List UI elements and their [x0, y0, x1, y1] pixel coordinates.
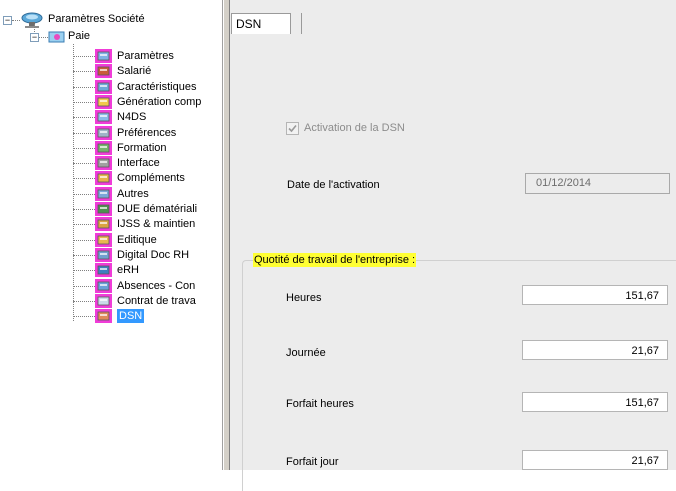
tree-connector: [39, 37, 48, 38]
day-field[interactable]: 21,67: [522, 340, 668, 360]
paie-collapse-toggle[interactable]: −: [30, 33, 39, 42]
hours-label: Heures: [286, 292, 322, 304]
settings-tree[interactable]: − Paramètres Société − Paie Paramètres Sa…: [0, 0, 223, 470]
tree-connector: [73, 255, 95, 256]
tree-item-erh[interactable]: eRH: [117, 263, 222, 277]
ijss-icon: [95, 217, 112, 231]
tree-item-param-tres[interactable]: Paramètres: [117, 49, 222, 63]
activation-dsn-label: Activation de la DSN: [304, 122, 405, 134]
tree-item-caract-ristiques[interactable]: Caractéristiques: [117, 80, 222, 94]
tree-connector: [73, 209, 95, 210]
activation-date-label: Date de l'activation: [287, 179, 380, 191]
day-label: Journée: [286, 347, 326, 359]
forfait-hours-field[interactable]: 151,67: [522, 392, 668, 412]
tree-connector: [73, 117, 95, 118]
tree-item-interface[interactable]: Interface: [117, 156, 222, 170]
tree-item-absences-con[interactable]: Absences - Con: [117, 279, 222, 293]
settings-detail-pane: DSN Activation de la DSN Date de l'activ…: [230, 0, 676, 491]
characteristics-icon: [95, 80, 112, 94]
tree-connector: [73, 56, 95, 57]
absences-icon: [95, 279, 112, 293]
forfait-day-field[interactable]: 21,67: [522, 450, 668, 470]
others-icon: [95, 187, 112, 201]
tree-item-g-n-ration-comp[interactable]: Génération comp: [117, 95, 222, 109]
tree-item-dsn[interactable]: DSN: [117, 309, 145, 323]
tree-connector: [73, 286, 95, 287]
tree-connector: [73, 133, 95, 134]
tree-item-salari[interactable]: Salarié: [117, 64, 222, 78]
erh-icon: [95, 263, 112, 277]
tab-strip: DSN: [230, 0, 676, 35]
tree-connector: [73, 194, 95, 195]
tree-connector: [73, 87, 95, 88]
tree-connector: [73, 316, 95, 317]
generation-icon: [95, 95, 112, 109]
tree-item-n4ds[interactable]: N4DS: [117, 110, 222, 124]
settings-icon: [95, 49, 112, 63]
tree-connector: [73, 178, 95, 179]
tree-connector: [73, 240, 95, 241]
tree-root-label[interactable]: Paramètres Société: [48, 13, 145, 26]
dsn-settings-panel: Activation de la DSN Date de l'activatio…: [230, 34, 676, 491]
contract-icon: [95, 294, 112, 308]
tree-item-formation[interactable]: Formation: [117, 141, 222, 155]
tree-connector: [73, 224, 95, 225]
n4ds-icon: [95, 110, 112, 124]
tree-connector: [73, 102, 95, 103]
tree-item-pr-f-rences[interactable]: Préférences: [117, 126, 222, 140]
tree-paie-label[interactable]: Paie: [68, 30, 90, 43]
payroll-folder-icon: [48, 29, 65, 43]
tree-item-compl-ments[interactable]: Compléments: [117, 171, 222, 185]
tree-connector: [73, 44, 74, 321]
checkmark-icon: [288, 124, 297, 133]
dsn-icon: [95, 309, 112, 323]
forfait-hours-label: Forfait heures: [286, 398, 354, 410]
activation-date-field[interactable]: 01/12/2014: [525, 173, 670, 194]
tree-connector: [73, 163, 95, 164]
hours-field[interactable]: 151,67: [522, 285, 668, 305]
forfait-day-label: Forfait jour: [286, 456, 339, 468]
root-collapse-toggle[interactable]: −: [3, 16, 12, 25]
tree-item-autres[interactable]: Autres: [117, 187, 222, 201]
pane-splitter[interactable]: [223, 0, 230, 470]
tree-item-digital-doc-rh[interactable]: Digital Doc RH: [117, 248, 222, 262]
tree-connector: [73, 148, 95, 149]
tree-connector: [12, 20, 20, 21]
training-icon: [95, 141, 112, 155]
preferences-icon: [95, 126, 112, 140]
tab-dsn[interactable]: DSN: [231, 13, 291, 35]
checkbox-box[interactable]: [286, 122, 299, 135]
tree-connector: [73, 270, 95, 271]
tree-connector: [73, 301, 95, 302]
digital-doc-icon: [95, 248, 112, 262]
tree-item-contrat-de-trava[interactable]: Contrat de trava: [117, 294, 222, 308]
editique-icon: [95, 233, 112, 247]
tree-item-ijss-maintien[interactable]: IJSS & maintien: [117, 217, 222, 231]
due-icon: [95, 202, 112, 216]
work-quotity-group-title: Quotité de travail de l'entreprise :: [253, 253, 417, 267]
employee-icon: [95, 64, 112, 78]
tree-connector: [73, 71, 95, 72]
complements-icon: [95, 171, 112, 185]
tree-item-due-d-mat-riali[interactable]: DUE dématériali: [117, 202, 222, 216]
tab-separator: [301, 13, 302, 35]
interface-icon: [95, 156, 112, 170]
tree-item-editique[interactable]: Editique: [117, 233, 222, 247]
